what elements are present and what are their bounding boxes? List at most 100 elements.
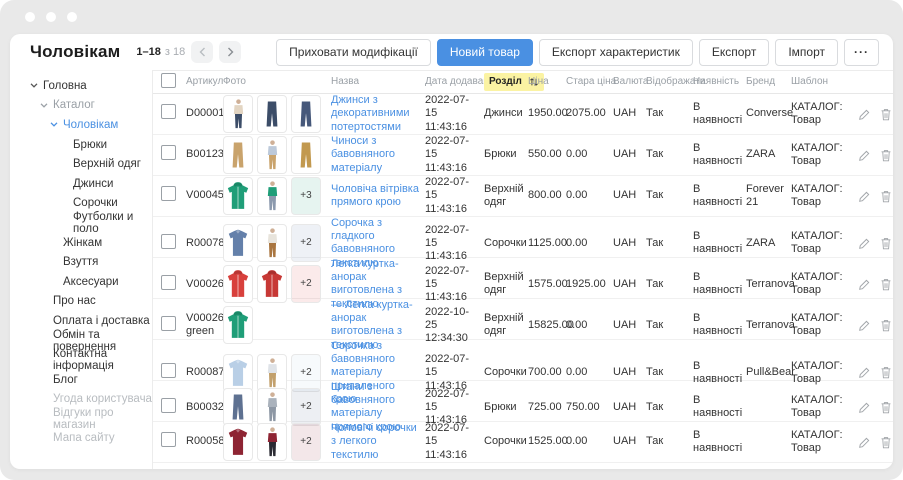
more-photos-badge[interactable]: +3 <box>291 177 321 215</box>
sidebar-item-відгуки-про-магазин[interactable]: Відгуки про магазин <box>10 409 152 429</box>
delete-button[interactable] <box>880 278 892 291</box>
brand-cell: Pull&Bear <box>746 366 791 379</box>
sidebar-item-брюки[interactable]: Брюки <box>10 135 152 155</box>
export-button[interactable]: Експорт <box>699 39 769 66</box>
delete-button[interactable] <box>880 401 892 414</box>
new-product-button[interactable]: Новий товар <box>437 39 533 66</box>
row-checkbox[interactable] <box>161 186 176 201</box>
delete-button[interactable] <box>880 190 892 203</box>
hide-modifications-button[interactable]: Приховати модифікації <box>276 39 431 66</box>
edit-button[interactable] <box>858 366 871 379</box>
product-photo[interactable] <box>257 423 287 461</box>
column-header[interactable]: Назва <box>331 76 425 88</box>
row-checkbox[interactable] <box>161 432 176 447</box>
product-name-link[interactable]: Чоловіча вітрівка прямого крою <box>331 183 419 208</box>
sidebar-item-верхній-одяг[interactable]: Верхній одяг <box>10 154 152 174</box>
availability-cell: В наявності <box>693 271 746 297</box>
product-photo[interactable] <box>257 265 287 303</box>
row-checkbox[interactable] <box>161 104 176 119</box>
row-checkbox[interactable] <box>161 398 176 413</box>
product-name-link[interactable]: Чиноси з бавовняного матеріалу <box>331 135 395 173</box>
delete-button[interactable] <box>880 319 892 332</box>
more-photos-badge[interactable]: +2 <box>291 265 321 303</box>
brand-cell: Converse <box>746 107 791 120</box>
import-button[interactable]: Імпорт <box>775 39 838 66</box>
column-header[interactable]: Шаблон <box>791 76 858 88</box>
more-photos-badge[interactable]: +2 <box>291 224 321 262</box>
sidebar-item-label: Жінкам <box>63 237 102 249</box>
delete-button[interactable] <box>880 149 892 162</box>
delete-button[interactable] <box>880 366 892 379</box>
edit-button[interactable] <box>858 237 871 250</box>
more-photos-badge[interactable]: +2 <box>291 423 321 461</box>
product-photo[interactable] <box>257 224 287 262</box>
sidebar-item-про-нас[interactable]: Про нас <box>10 292 152 312</box>
product-photo[interactable] <box>223 388 253 426</box>
column-header[interactable]: Дата додавання <box>425 76 484 88</box>
row-checkbox[interactable] <box>161 316 176 331</box>
column-header[interactable]: Артикул <box>186 76 223 88</box>
product-photo[interactable] <box>223 177 253 215</box>
edit-button[interactable] <box>858 436 871 449</box>
row-checkbox[interactable] <box>161 234 176 249</box>
sidebar-item-джинси[interactable]: Джинси <box>10 174 152 194</box>
product-photo[interactable] <box>223 136 253 174</box>
delete-button[interactable] <box>880 436 892 449</box>
product-photo[interactable] <box>257 354 287 392</box>
prev-page-button[interactable] <box>191 41 213 63</box>
select-all-checkbox[interactable] <box>161 73 176 88</box>
column-header[interactable]: Бренд <box>746 76 791 88</box>
product-photo[interactable] <box>257 95 287 133</box>
display-cell: Так <box>646 401 693 414</box>
sidebar-item-взуття[interactable]: Взуття <box>10 252 152 272</box>
more-photos-badge[interactable]: +2 <box>291 354 321 392</box>
product-photo[interactable] <box>257 388 287 426</box>
delete-button[interactable] <box>880 237 892 250</box>
sidebar-item-контактна-інформація[interactable]: Контактна інформація <box>10 350 152 370</box>
pencil-icon <box>858 319 871 332</box>
delete-button[interactable] <box>880 108 892 121</box>
edit-button[interactable] <box>858 319 871 332</box>
edit-button[interactable] <box>858 278 871 291</box>
column-header[interactable]: Валюта <box>613 76 646 88</box>
product-photo[interactable] <box>291 95 321 133</box>
column-header[interactable]: Фото <box>223 76 331 88</box>
column-header[interactable]: Відображати <box>646 76 693 88</box>
product-photo[interactable] <box>223 95 253 133</box>
edit-button[interactable] <box>858 149 871 162</box>
more-photos-badge[interactable]: +2 <box>291 388 321 426</box>
edit-button[interactable] <box>858 108 871 121</box>
column-header[interactable]: Ціна <box>528 76 566 88</box>
row-checkbox[interactable] <box>161 275 176 290</box>
edit-button[interactable] <box>858 190 871 203</box>
next-page-button[interactable] <box>219 41 241 63</box>
sidebar-item-чоловікам[interactable]: Чоловікам <box>10 115 152 135</box>
template-cell: КАТАЛОГ: Товар <box>791 394 858 420</box>
export-characteristics-button[interactable]: Експорт характеристик <box>539 39 693 66</box>
column-header[interactable]: Стара ціна <box>566 76 613 88</box>
product-photo[interactable] <box>223 224 253 262</box>
currency-cell: UAH <box>613 401 646 414</box>
product-photo[interactable] <box>291 136 321 174</box>
sidebar-item-каталог[interactable]: Каталог <box>10 96 152 116</box>
sidebar-item-блог[interactable]: Блог <box>10 370 152 390</box>
sidebar-item-мапа-сайту[interactable]: Мапа сайту <box>10 429 152 449</box>
sidebar-item-футболки-и-поло[interactable]: Футболки и поло <box>10 213 152 233</box>
product-photo[interactable] <box>223 306 253 344</box>
product-photo[interactable] <box>257 177 287 215</box>
more-options-button[interactable]: ··· <box>844 39 879 66</box>
product-photo[interactable] <box>223 354 253 392</box>
sidebar-item-аксесуари[interactable]: Аксесуари <box>10 272 152 292</box>
product-name-link[interactable]: Джинси з декоративними потертостями <box>331 94 410 132</box>
sidebar-item-жінкам[interactable]: Жінкам <box>10 233 152 253</box>
edit-button[interactable] <box>858 401 871 414</box>
product-photo[interactable] <box>223 265 253 303</box>
column-header[interactable]: Наявність <box>693 76 746 88</box>
product-name-link[interactable]: Чоловічі сорочки з легкого текстилю <box>331 422 417 460</box>
row-checkbox[interactable] <box>161 145 176 160</box>
product-photo[interactable] <box>223 423 253 461</box>
row-checkbox[interactable] <box>161 363 176 378</box>
column-header[interactable]: Розділ <box>484 73 528 91</box>
sidebar-item-головна[interactable]: Головна <box>10 76 152 96</box>
product-photo[interactable] <box>257 136 287 174</box>
